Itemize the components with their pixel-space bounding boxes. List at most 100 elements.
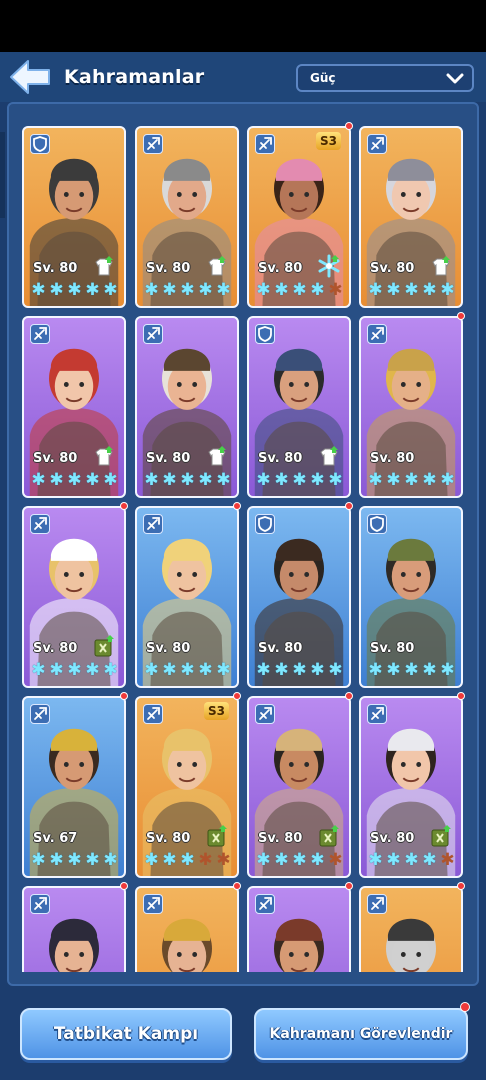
- star-empty-icon: ✱: [198, 850, 213, 870]
- hero-class-icon: [367, 134, 387, 154]
- star-rating: ✱ ✱ ✱ ✱ ✱: [367, 472, 456, 490]
- star-filled-icon: ✱: [404, 280, 419, 300]
- hero-card[interactable]: S3 Sv. 80 ✱ ✱ ✱ ✱ ✱: [247, 126, 351, 308]
- star-filled-icon: ✱: [162, 280, 177, 300]
- outfit-upgrade-icon: [320, 446, 338, 466]
- star-filled-icon: ✱: [216, 660, 231, 680]
- hero-card[interactable]: Sv. 80 ✱ ✱ ✱ ✱ ✱: [135, 126, 239, 308]
- hero-level: Sv. 80: [370, 261, 415, 276]
- crossbow-icon: [34, 897, 47, 910]
- shield-icon: [258, 326, 272, 342]
- hero-level: Sv. 80: [146, 451, 191, 466]
- hero-card[interactable]: Sv. 80 ✱ ✱ ✱ ✱ ✱: [359, 696, 463, 878]
- notification-dot: [345, 502, 353, 510]
- sort-dropdown-label: Güç: [310, 71, 336, 85]
- crossbow-icon: [34, 517, 47, 530]
- star-filled-icon: ✱: [144, 280, 159, 300]
- hero-card[interactable]: Sv. 80 ✱ ✱ ✱ ✱ ✱: [22, 316, 126, 498]
- hero-class-icon: [30, 894, 50, 914]
- shield-icon: [33, 136, 47, 152]
- hero-level: Sv. 80: [258, 641, 303, 656]
- hero-class-icon: [30, 134, 50, 154]
- crossbow-icon: [147, 137, 160, 150]
- season-badge: S3: [316, 132, 341, 150]
- star-filled-icon: ✱: [386, 470, 401, 490]
- star-filled-icon: ✱: [440, 470, 455, 490]
- training-camp-button[interactable]: Tatbikat Kampı: [20, 1008, 232, 1060]
- notification-dot: [460, 1002, 470, 1012]
- hero-card[interactable]: Sv. 67 ✱ ✱ ✱ ✱ ✱: [22, 696, 126, 878]
- star-rating: ✱ ✱ ✱ ✱ ✱: [255, 852, 344, 870]
- star-filled-icon: ✱: [368, 660, 383, 680]
- star-filled-icon: ✱: [368, 850, 383, 870]
- skill-manual-upgrade-icon: [207, 825, 227, 847]
- star-filled-icon: ✱: [49, 280, 64, 300]
- status-bar: [0, 0, 486, 52]
- hero-card[interactable]: Sv. 80 ✱ ✱ ✱ ✱ ✱: [247, 316, 351, 498]
- star-filled-icon: ✱: [144, 850, 159, 870]
- hero-card[interactable]: Sv. 80 ✱ ✱ ✱ ✱ ✱: [359, 316, 463, 498]
- star-filled-icon: ✱: [162, 470, 177, 490]
- star-rating: ✱ ✱ ✱ ✱ ✱: [30, 662, 119, 680]
- hero-class-icon: [143, 894, 163, 914]
- star-filled-icon: ✱: [310, 660, 325, 680]
- hero-class-icon: [143, 134, 163, 154]
- star-rating: ✱ ✱ ✱ ✱ ✱: [143, 282, 232, 300]
- hero-card[interactable]: Sv. 80 ✱ ✱ ✱ ✱ ✱: [135, 316, 239, 498]
- hero-class-icon: [143, 704, 163, 724]
- hero-level: Sv. 80: [146, 641, 191, 656]
- star-empty-icon: ✱: [216, 850, 231, 870]
- crossbow-icon: [371, 897, 384, 910]
- star-filled-icon: ✱: [386, 850, 401, 870]
- assign-hero-button[interactable]: Kahramanı Görevlendir: [254, 1008, 468, 1060]
- hero-card[interactable]: Sv. 80 ✱ ✱ ✱ ✱ ✱: [22, 506, 126, 688]
- notification-dot: [120, 692, 128, 700]
- hero-card[interactable]: [135, 886, 239, 972]
- hero-level: Sv. 80: [258, 831, 303, 846]
- hero-class-icon: [143, 324, 163, 344]
- hero-class-icon: [255, 894, 275, 914]
- crossbow-icon: [371, 137, 384, 150]
- star-rating: ✱ ✱ ✱ ✱ ✱: [255, 472, 344, 490]
- star-filled-icon: ✱: [67, 850, 82, 870]
- snowflake-upgrade-icon: [318, 254, 340, 278]
- crossbow-icon: [147, 327, 160, 340]
- star-filled-icon: ✱: [85, 280, 100, 300]
- hero-level: Sv. 80: [370, 451, 415, 466]
- notification-dot: [457, 312, 465, 320]
- star-filled-icon: ✱: [328, 660, 343, 680]
- star-filled-icon: ✱: [103, 660, 118, 680]
- star-filled-icon: ✱: [31, 850, 46, 870]
- hero-card[interactable]: [22, 886, 126, 972]
- star-filled-icon: ✱: [274, 850, 289, 870]
- hero-card[interactable]: Sv. 80 ✱ ✱ ✱ ✱ ✱: [247, 696, 351, 878]
- hero-level: Sv. 80: [370, 641, 415, 656]
- hero-card[interactable]: Sv. 80 ✱ ✱ ✱ ✱ ✱: [359, 506, 463, 688]
- star-filled-icon: ✱: [67, 660, 82, 680]
- star-empty-icon: ✱: [440, 850, 455, 870]
- hero-card[interactable]: Sv. 80 ✱ ✱ ✱ ✱ ✱: [359, 126, 463, 308]
- side-drawer-handle[interactable]: [0, 132, 5, 218]
- hero-card[interactable]: Sv. 80 ✱ ✱ ✱ ✱ ✱: [22, 126, 126, 308]
- hero-grid[interactable]: Sv. 80 ✱ ✱ ✱ ✱ ✱ Sv. 80 ✱ ✱ ✱ ✱ ✱ S3 Sv. 80 ✱ ✱ ✱ ✱ ✱ Sv. 8…: [7, 110, 479, 972]
- hero-card[interactable]: Sv. 80 ✱ ✱ ✱ ✱ ✱: [135, 506, 239, 688]
- star-empty-icon: ✱: [328, 850, 343, 870]
- star-filled-icon: ✱: [310, 470, 325, 490]
- star-filled-icon: ✱: [292, 660, 307, 680]
- hero-level: Sv. 80: [146, 261, 191, 276]
- star-filled-icon: ✱: [85, 660, 100, 680]
- star-filled-icon: ✱: [292, 850, 307, 870]
- notification-dot: [120, 502, 128, 510]
- hero-card[interactable]: Sv. 80 ✱ ✱ ✱ ✱ ✱: [247, 506, 351, 688]
- sort-dropdown[interactable]: Güç: [296, 64, 474, 92]
- hero-card[interactable]: S3 Sv. 80 ✱ ✱ ✱ ✱ ✱: [135, 696, 239, 878]
- hero-class-icon: [255, 134, 275, 154]
- hero-card[interactable]: [247, 886, 351, 972]
- notification-dot: [345, 692, 353, 700]
- star-filled-icon: ✱: [103, 280, 118, 300]
- star-filled-icon: ✱: [256, 850, 271, 870]
- crossbow-icon: [34, 327, 47, 340]
- back-arrow-icon[interactable]: [8, 58, 52, 96]
- hero-card[interactable]: [359, 886, 463, 972]
- star-filled-icon: ✱: [368, 470, 383, 490]
